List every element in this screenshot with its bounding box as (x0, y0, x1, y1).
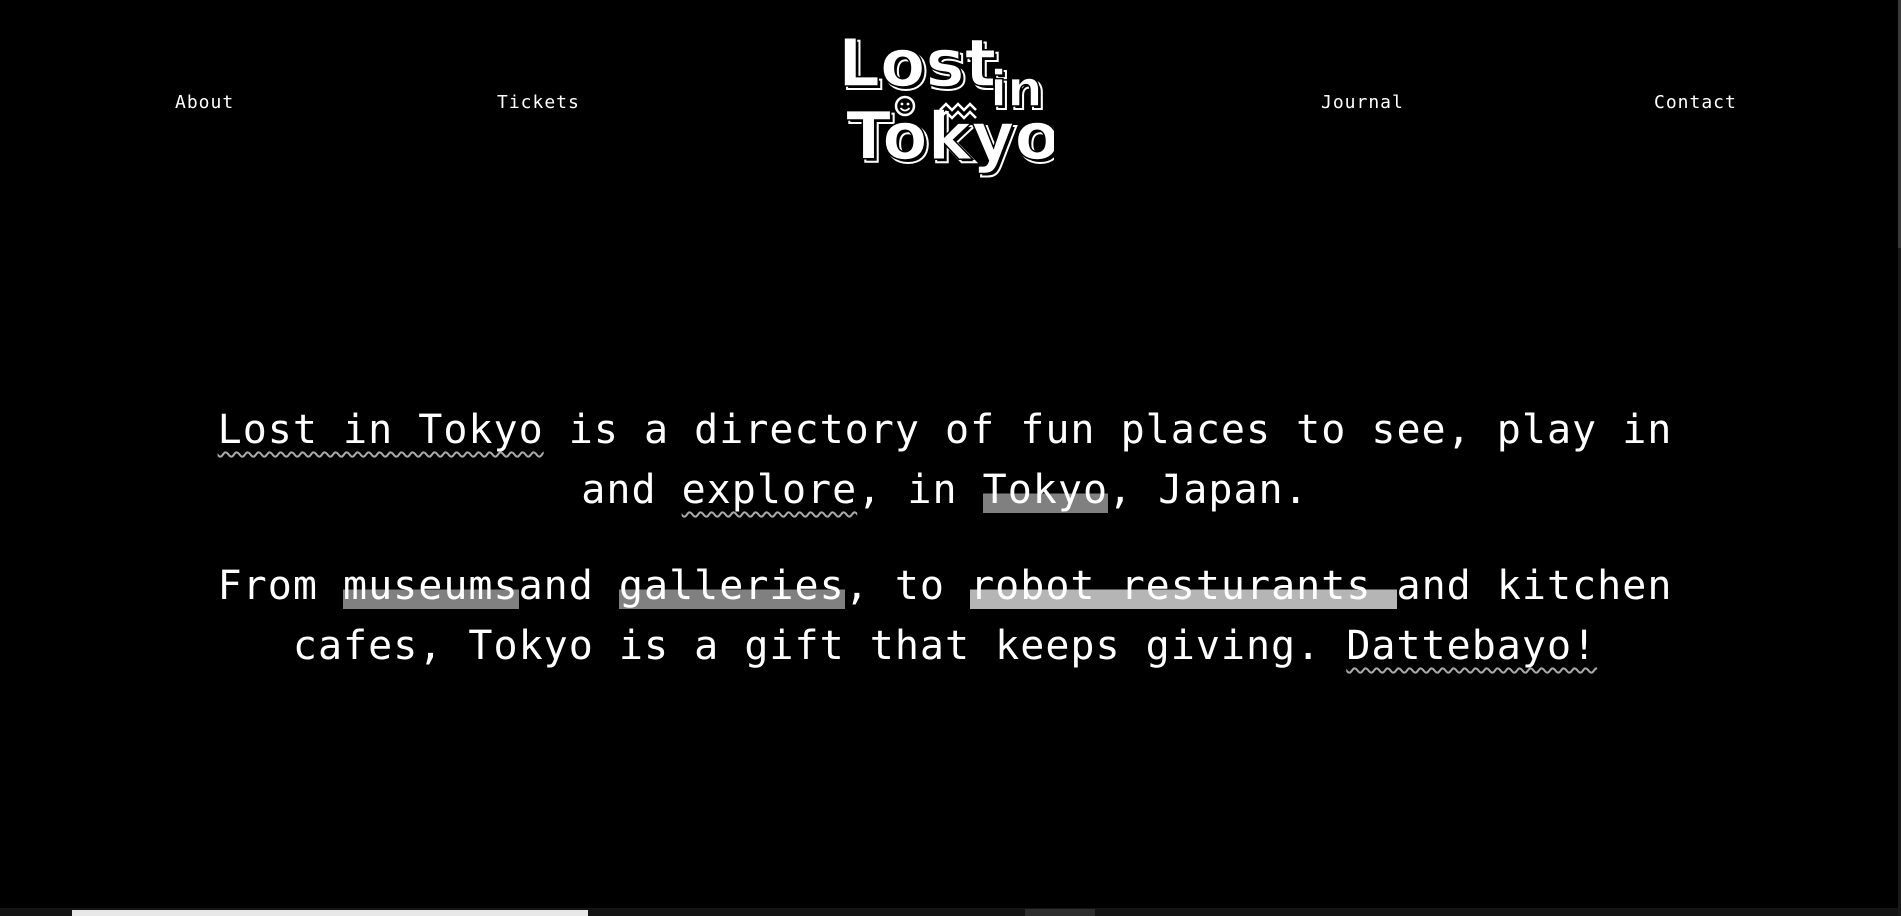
explore-link[interactable]: explore (682, 467, 858, 513)
galleries-link[interactable]: galleries (618, 563, 845, 609)
dattebayo-link[interactable]: Dattebayo! (1346, 623, 1597, 669)
lost-in-tokyo-logo[interactable]: Lost Lost in in Tokyo Tokyo (838, 22, 1054, 182)
intro-paragraph-1: Lost in Tokyo is a directory of fun plac… (210, 400, 1680, 520)
nav-tickets-link[interactable]: Tickets (497, 92, 580, 113)
tokyo-link[interactable]: Tokyo (982, 467, 1109, 513)
intro-text-segment: From (217, 563, 344, 609)
nav-about-link[interactable]: About (175, 92, 234, 113)
intro-text-segment: , to (844, 563, 971, 609)
museums-link[interactable]: museums (343, 563, 519, 609)
logo-graphic: Lost Lost in in Tokyo Tokyo (838, 24, 1054, 179)
page-progress-marker (1025, 909, 1095, 916)
nav-journal-link[interactable]: Journal (1321, 92, 1404, 113)
brand-link[interactable]: Lost in Tokyo (218, 407, 544, 453)
intro-text-segment: and (518, 563, 619, 609)
logo-word-lost: Lost (838, 25, 996, 102)
smiley-icon (894, 95, 916, 117)
intro-text-segment: , in (857, 467, 983, 513)
intro-text-segment: , Japan. (1108, 467, 1309, 513)
intro-paragraph-2: From museumsand galleries, to robot rest… (210, 556, 1680, 676)
nav-contact-link[interactable]: Contact (1654, 92, 1737, 113)
intro-text: Lost in Tokyo is a directory of fun plac… (210, 400, 1680, 676)
page-progress-fill (72, 910, 588, 916)
robot-resturants-link[interactable]: robot resturants (970, 563, 1397, 609)
